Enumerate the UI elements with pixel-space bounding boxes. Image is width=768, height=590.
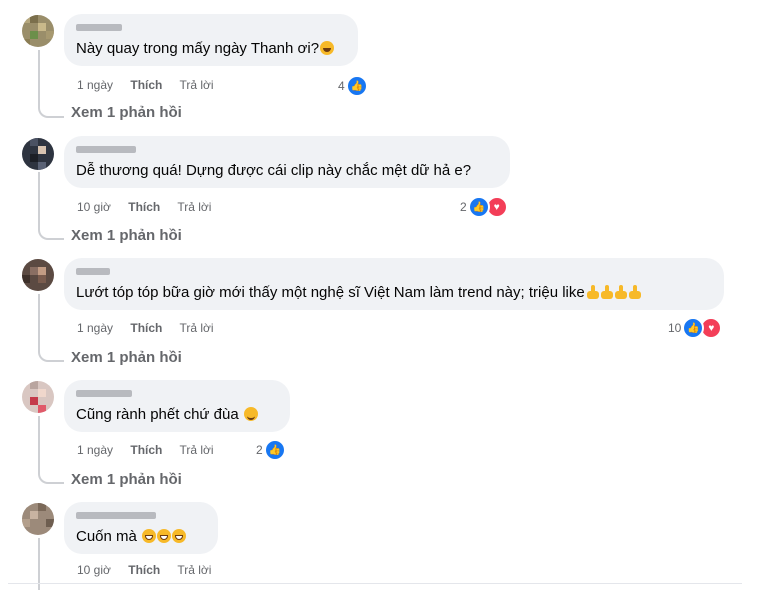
comment-text: Lướt tóp tóp bữa giờ mới thấy một nghệ s… — [76, 284, 585, 301]
like-reaction-icon: 👍 — [345, 75, 368, 97]
reaction-count: 4 — [338, 79, 345, 93]
comment-actions: 1 ngày Thích Trả lời — [77, 321, 228, 335]
grinning-face-emoji-icon — [172, 529, 187, 543]
comment-text: Cuốn mà — [76, 528, 137, 545]
reply-connector — [38, 348, 64, 362]
comment-bubble: Này quay trong mấy ngày Thanh ơi? — [64, 14, 358, 66]
comment-bubble: Lướt tóp tóp bữa giờ mới thấy một nghệ s… — [64, 258, 724, 310]
grinning-face-emoji-icon — [157, 529, 172, 543]
like-button[interactable]: Thích — [130, 443, 162, 457]
thread-line — [38, 294, 40, 350]
thumbs-up-emoji-icon — [600, 285, 613, 299]
smiling-face-emoji-icon — [244, 407, 259, 421]
thumbs-up-emoji-icon — [628, 285, 641, 299]
laughing-crying-emoji-icon — [320, 41, 335, 55]
author-name[interactable] — [76, 510, 206, 523]
comment-text: Cũng rành phết chứ đùa — [76, 406, 239, 423]
reply-connector — [38, 226, 64, 240]
comment-bubble: Cũng rành phết chứ đùa — [64, 380, 290, 432]
comment-actions: 10 giờ Thích Trả lời — [77, 200, 225, 214]
comment-actions: 1 ngày Thích Trả lời — [77, 78, 228, 92]
reply-button[interactable]: Trả lời — [177, 563, 211, 577]
reaction-count: 10 — [668, 321, 682, 335]
like-reaction-icon: 👍 — [682, 317, 705, 339]
comment-actions: 1 ngày Thích Trả lời — [77, 443, 228, 457]
reply-button[interactable]: Trả lời — [180, 78, 214, 92]
comment-bubble: Cuốn mà — [64, 502, 218, 554]
thread-line — [38, 172, 40, 228]
grinning-face-emoji-icon — [142, 529, 157, 543]
author-name[interactable] — [76, 388, 278, 401]
like-reaction-icon: 👍 — [467, 196, 490, 218]
reaction-summary[interactable]: 2 👍 ♥ — [460, 196, 508, 218]
avatar[interactable] — [22, 15, 54, 47]
timestamp[interactable]: 1 ngày — [77, 78, 113, 92]
thumbs-up-emoji-icon — [586, 285, 599, 299]
avatar[interactable] — [22, 381, 54, 413]
reply-connector — [38, 104, 64, 118]
timestamp[interactable]: 1 ngày — [77, 321, 113, 335]
like-reaction-icon: 👍 — [263, 439, 286, 461]
thread-line — [38, 416, 40, 472]
reaction-summary[interactable]: 4 👍 — [338, 75, 368, 97]
comment-text: Này quay trong mấy ngày Thanh ơi? — [76, 40, 320, 57]
divider — [8, 583, 742, 584]
reaction-summary[interactable]: 2 👍 — [256, 439, 286, 461]
like-button[interactable]: Thích — [128, 563, 160, 577]
view-replies-link[interactable]: Xem 1 phản hồi — [71, 227, 182, 244]
reply-button[interactable]: Trả lời — [177, 200, 211, 214]
view-replies-link[interactable]: Xem 1 phản hồi — [71, 349, 182, 366]
author-name[interactable] — [76, 22, 346, 35]
view-replies-link[interactable]: Xem 1 phản hồi — [71, 471, 182, 488]
like-button[interactable]: Thích — [128, 200, 160, 214]
avatar[interactable] — [22, 259, 54, 291]
avatar[interactable] — [22, 503, 54, 535]
timestamp[interactable]: 10 giờ — [77, 200, 111, 214]
avatar[interactable] — [22, 138, 54, 170]
reaction-count: 2 — [256, 443, 263, 457]
timestamp[interactable]: 1 ngày — [77, 443, 113, 457]
author-name[interactable] — [76, 144, 498, 157]
comment-actions: 10 giờ Thích Trả lời — [77, 563, 225, 577]
author-name[interactable] — [76, 266, 712, 279]
comment-bubble: Dễ thương quá! Dựng được cái clip này ch… — [64, 136, 510, 188]
like-button[interactable]: Thích — [130, 78, 162, 92]
reply-connector — [38, 470, 64, 484]
reaction-summary[interactable]: 10 👍 ♥ — [668, 317, 723, 339]
reaction-count: 2 — [460, 200, 467, 214]
like-button[interactable]: Thích — [130, 321, 162, 335]
comment-text: Dễ thương quá! Dựng được cái clip này ch… — [76, 162, 472, 179]
reply-button[interactable]: Trả lời — [180, 443, 214, 457]
timestamp[interactable]: 10 giờ — [77, 563, 111, 577]
thread-line — [38, 50, 40, 106]
thumbs-up-emoji-icon — [614, 285, 627, 299]
reply-button[interactable]: Trả lời — [180, 321, 214, 335]
view-replies-link[interactable]: Xem 1 phản hồi — [71, 104, 182, 121]
